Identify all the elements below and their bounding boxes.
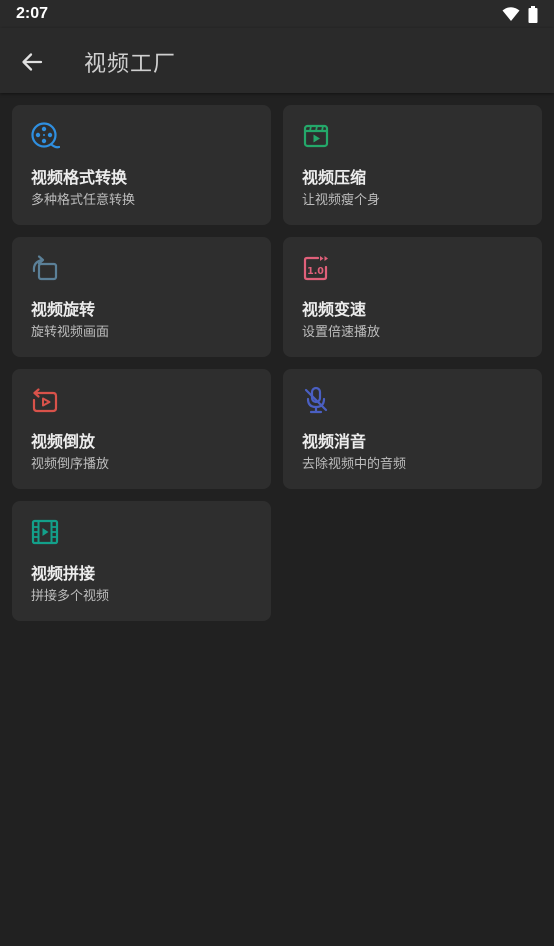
- tool-card-mute[interactable]: 视频消音 去除视频中的音频: [283, 369, 542, 489]
- status-icons: [502, 5, 538, 23]
- mic-off-icon: [304, 386, 328, 414]
- playback-speed-icon: 1.0: [303, 256, 328, 281]
- tool-title: 视频倒放: [31, 432, 96, 451]
- status-bar: 2:07: [0, 0, 554, 28]
- speed-glyph: 1.0: [307, 266, 324, 277]
- tool-subtitle: 让视频瘦个身: [302, 193, 381, 208]
- app-bar: 视频工厂: [0, 28, 554, 93]
- tool-card-format[interactable]: 视频格式转换 多种格式任意转换: [12, 105, 271, 225]
- video-file-icon: [303, 124, 329, 148]
- tool-card-join[interactable]: 视频拼接 拼接多个视频: [12, 501, 271, 621]
- tool-subtitle: 拼接多个视频: [31, 589, 110, 604]
- film-reel-icon: [31, 122, 60, 149]
- page-title: 视频工厂: [84, 52, 177, 77]
- arrow-left-icon: [22, 53, 43, 71]
- tool-subtitle: 旋转视频画面: [31, 325, 110, 340]
- tool-title: 视频变速: [302, 300, 367, 319]
- tool-subtitle: 视频倒序播放: [31, 457, 110, 472]
- status-time: 2:07: [16, 5, 49, 22]
- tool-card-speed[interactable]: 1.0 视频变速 设置倍速播放: [283, 237, 542, 357]
- rotate-icon: [32, 255, 58, 281]
- tool-card-reverse[interactable]: 视频倒放 视频倒序播放: [12, 369, 271, 489]
- battery-icon: [528, 5, 538, 23]
- tool-subtitle: 去除视频中的音频: [302, 457, 407, 472]
- tool-subtitle: 多种格式任意转换: [31, 193, 136, 208]
- reverse-play-icon: [32, 388, 58, 413]
- tool-subtitle: 设置倍速播放: [302, 325, 381, 340]
- tool-title: 视频拼接: [31, 564, 96, 583]
- tool-card-rotate[interactable]: 视频旋转 旋转视频画面: [12, 237, 271, 357]
- wifi-icon: [502, 7, 520, 21]
- tool-title: 视频格式转换: [31, 168, 128, 187]
- film-strip-icon: [31, 519, 59, 545]
- back-button[interactable]: [14, 44, 50, 80]
- tool-title: 视频旋转: [31, 300, 96, 319]
- tool-title: 视频压缩: [302, 168, 367, 187]
- tool-card-compress[interactable]: 视频压缩 让视频瘦个身: [283, 105, 542, 225]
- tool-title: 视频消音: [302, 432, 367, 451]
